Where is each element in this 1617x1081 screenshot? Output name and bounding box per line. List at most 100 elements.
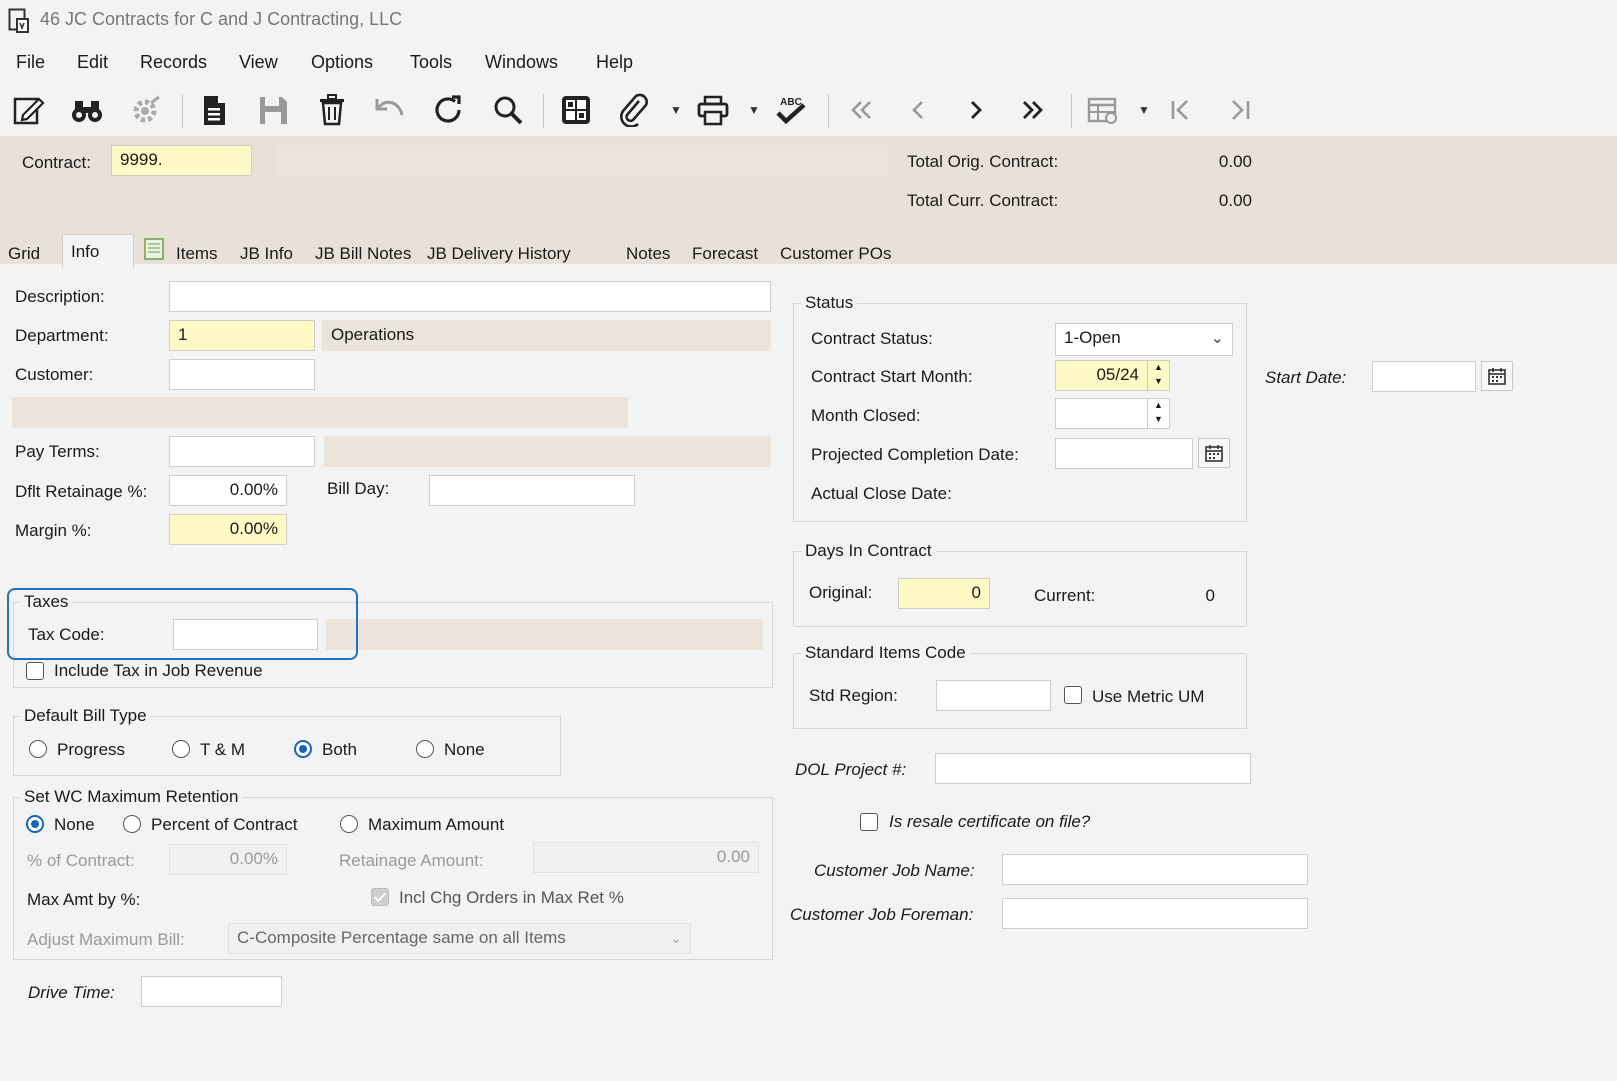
save-icon[interactable] xyxy=(253,90,293,130)
pct-of-contract-input[interactable]: 0.00% xyxy=(169,844,287,875)
settings-icon[interactable] xyxy=(126,90,166,130)
refresh-icon[interactable] xyxy=(429,90,469,130)
print-dropdown-icon[interactable]: ▼ xyxy=(748,103,760,117)
bill-day-input[interactable] xyxy=(429,475,635,506)
retainage-amount-input[interactable]: 0.00 xyxy=(533,842,759,873)
month-closed-label: Month Closed: xyxy=(811,406,921,425)
customer-name-display xyxy=(12,397,628,428)
table-settings-icon[interactable] xyxy=(1083,90,1123,130)
projected-completion-input[interactable] xyxy=(1055,438,1193,469)
include-tax-checkbox[interactable] xyxy=(26,662,44,680)
contract-input[interactable]: 9999. xyxy=(111,145,252,176)
description-input[interactable] xyxy=(169,281,771,312)
menu-view[interactable]: View xyxy=(239,52,278,73)
wc-percent-radio[interactable] xyxy=(123,815,141,833)
customer-job-name-input[interactable] xyxy=(1002,854,1308,885)
wc-retention-title: Set WC Maximum Retention xyxy=(20,787,243,807)
spinner-up-icon[interactable]: ▲ xyxy=(1148,360,1169,374)
customer-input[interactable] xyxy=(169,359,315,390)
attachment-icon[interactable] xyxy=(614,90,654,130)
pay-terms-label: Pay Terms: xyxy=(15,442,100,461)
tab-customer-pos[interactable]: Customer POs xyxy=(772,238,899,270)
menu-help[interactable]: Help xyxy=(596,52,633,73)
department-input[interactable]: 1 xyxy=(169,320,315,351)
retainage-input[interactable]: 0.00% xyxy=(169,475,287,506)
month-closed-spinner[interactable]: ▲ ▼ xyxy=(1147,398,1169,429)
spellcheck-icon[interactable]: ABC xyxy=(771,90,811,130)
tab-grid[interactable]: Grid xyxy=(0,238,48,270)
jump-last-icon[interactable] xyxy=(1220,90,1260,130)
start-date-input[interactable] xyxy=(1372,361,1476,392)
undo-icon[interactable] xyxy=(370,90,410,130)
contract-start-month-label: Contract Start Month: xyxy=(811,367,973,386)
calendar-icon[interactable] xyxy=(1198,438,1230,468)
bill-type-progress-label: Progress xyxy=(57,740,126,759)
total-curr-contract-value: 0.00 xyxy=(1218,191,1252,210)
wc-none-label: None xyxy=(54,815,95,834)
std-region-input[interactable] xyxy=(936,680,1051,711)
next-record-icon[interactable] xyxy=(956,90,996,130)
margin-input[interactable]: 0.00% xyxy=(169,514,287,545)
department-name-display: Operations xyxy=(322,320,771,351)
contract-status-select[interactable]: 1-Open ⌄ xyxy=(1055,323,1233,356)
edit-icon[interactable] xyxy=(8,90,48,130)
menu-file[interactable]: File xyxy=(16,52,45,73)
status-group-title: Status xyxy=(801,293,858,313)
previous-record-icon[interactable] xyxy=(898,90,938,130)
menu-records[interactable]: Records xyxy=(140,52,207,73)
attachment-dropdown-icon[interactable]: ▼ xyxy=(670,103,682,117)
menu-options[interactable]: Options xyxy=(311,52,373,73)
retainage-label: Dflt Retainage %: xyxy=(15,482,148,501)
pay-terms-input[interactable] xyxy=(169,436,315,467)
menu-tools[interactable]: Tools xyxy=(410,52,452,73)
calendar-icon[interactable] xyxy=(1481,361,1513,391)
tab-info[interactable]: Info xyxy=(62,234,134,268)
tab-notes[interactable]: Notes xyxy=(618,238,678,270)
start-month-spinner[interactable]: ▲ ▼ xyxy=(1147,360,1169,391)
tab-items[interactable]: Items xyxy=(168,238,226,270)
spinner-down-icon[interactable]: ▼ xyxy=(1148,374,1169,388)
spinner-up-icon[interactable]: ▲ xyxy=(1148,398,1169,412)
days-original-input[interactable]: 0 xyxy=(898,578,990,609)
days-in-contract-title: Days In Contract xyxy=(801,541,936,561)
app-icon xyxy=(8,8,30,34)
tab-forecast[interactable]: Forecast xyxy=(684,238,766,270)
actual-close-date-label: Actual Close Date: xyxy=(811,484,952,503)
toolbar-separator xyxy=(182,94,183,128)
bill-type-none-radio[interactable] xyxy=(416,740,434,758)
first-record-icon[interactable] xyxy=(840,90,880,130)
tab-jb-bill-notes[interactable]: JB Bill Notes xyxy=(307,238,419,270)
print-icon[interactable] xyxy=(693,90,733,130)
delete-icon[interactable] xyxy=(312,90,352,130)
spinner-down-icon[interactable]: ▼ xyxy=(1148,412,1169,426)
last-record-icon[interactable] xyxy=(1014,90,1054,130)
adjust-max-bill-value: C-Composite Percentage same on all Items xyxy=(237,928,566,947)
bill-type-progress-radio[interactable] xyxy=(29,740,47,758)
adjust-max-bill-select[interactable]: C-Composite Percentage same on all Items… xyxy=(228,923,691,954)
wc-none-radio[interactable] xyxy=(26,815,44,833)
bill-type-both-radio[interactable] xyxy=(294,740,312,758)
menu-edit[interactable]: Edit xyxy=(77,52,108,73)
tab-jb-delivery-history[interactable]: JB Delivery History xyxy=(419,238,579,270)
customer-job-foreman-input[interactable] xyxy=(1002,898,1308,929)
drive-time-input[interactable] xyxy=(141,976,282,1007)
tab-jb-info[interactable]: JB Info xyxy=(232,238,301,270)
bill-type-tm-radio[interactable] xyxy=(172,740,190,758)
wc-max-amount-radio[interactable] xyxy=(340,815,358,833)
dol-project-input[interactable] xyxy=(935,753,1251,784)
use-metric-checkbox[interactable] xyxy=(1064,686,1082,704)
jump-first-icon[interactable] xyxy=(1161,90,1201,130)
table-settings-dropdown-icon[interactable]: ▼ xyxy=(1138,103,1150,117)
chevron-down-icon: ⌄ xyxy=(670,930,682,946)
grid-layout-icon[interactable] xyxy=(556,90,596,130)
menu-windows[interactable]: Windows xyxy=(485,52,558,73)
resale-certificate-checkbox[interactable] xyxy=(860,813,878,831)
search-icon[interactable] xyxy=(488,90,528,130)
total-orig-contract-value: 0.00 xyxy=(1218,152,1252,171)
new-document-icon[interactable] xyxy=(194,90,234,130)
resale-certificate-label: Is resale certificate on file? xyxy=(889,812,1091,831)
incl-chg-orders-checkbox[interactable] xyxy=(371,888,389,906)
description-label: Description: xyxy=(15,287,105,306)
binoculars-icon[interactable] xyxy=(67,90,107,130)
default-bill-type-title: Default Bill Type xyxy=(20,706,151,726)
